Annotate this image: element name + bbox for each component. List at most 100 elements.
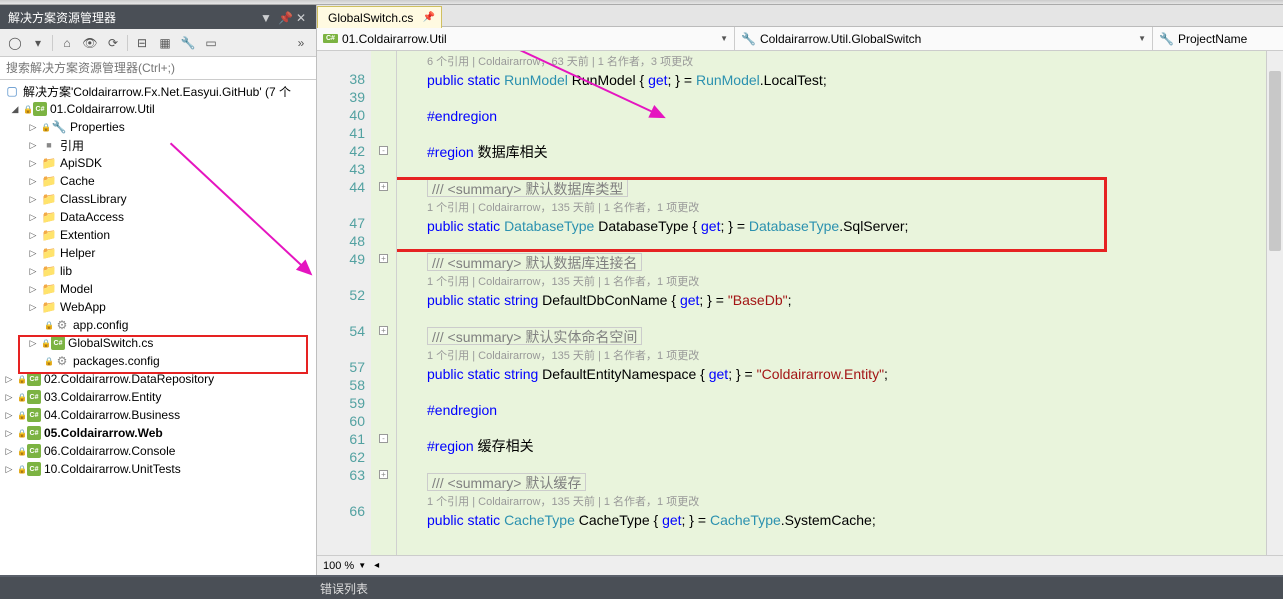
file-packages[interactable]: packages.config <box>73 354 160 368</box>
fold-toggle[interactable]: + <box>379 254 388 263</box>
code-line: public static DatabaseType DatabaseType … <box>427 217 1283 235</box>
folder-helper[interactable]: Helper <box>60 246 95 260</box>
codelens[interactable]: 6 个引用 | Coldairarrow，63 天前 | 1 名作者，3 项更改 <box>427 53 1283 71</box>
close-icon[interactable]: ✕ <box>296 11 308 23</box>
pin-icon[interactable]: 📌 <box>278 11 290 23</box>
expand-glyph[interactable]: ▷ <box>28 212 38 222</box>
expand-glyph[interactable]: ▷ <box>28 194 38 204</box>
fold-toggle[interactable]: + <box>379 470 388 479</box>
code-line: /// <summary> 默认缓存 <box>427 473 586 491</box>
expand-glyph[interactable]: ▷ <box>28 338 38 348</box>
folder-dataaccess[interactable]: DataAccess <box>60 210 124 224</box>
overflow-icon[interactable]: » <box>290 32 312 54</box>
folder-model[interactable]: Model <box>60 282 93 296</box>
project-03[interactable]: 03.Coldairarrow.Entity <box>44 390 161 404</box>
expand-glyph[interactable]: ▷ <box>4 392 14 402</box>
property-icon: 🔧 <box>1159 32 1174 46</box>
collapse-glyph[interactable]: ◢ <box>10 104 20 114</box>
expand-glyph[interactable]: ▷ <box>28 140 38 150</box>
fold-toggle[interactable]: + <box>379 182 388 191</box>
folder-icon <box>41 263 57 279</box>
expand-glyph[interactable]: ▷ <box>28 284 38 294</box>
folder-classlib[interactable]: ClassLibrary <box>60 192 127 206</box>
panel-title-bar[interactable]: 解决方案资源管理器 ▼ 📌 ✕ <box>0 5 316 29</box>
search-box[interactable] <box>0 57 316 80</box>
expand-glyph[interactable]: ▷ <box>28 122 38 132</box>
csproj-icon <box>27 408 41 422</box>
expand-glyph[interactable]: ▷ <box>28 158 38 168</box>
solution-tree[interactable]: 解决方案'Coldairarrow.Fx.Net.Easyui.GitHub' … <box>0 80 316 575</box>
folder-extention[interactable]: Extention <box>60 228 110 242</box>
nav-member: ProjectName <box>1178 32 1247 46</box>
pin-icon[interactable]: 📌 <box>423 12 435 23</box>
code-content[interactable]: 6 个引用 | Coldairarrow，63 天前 | 1 名作者，3 项更改… <box>397 51 1283 555</box>
collapse-icon[interactable]: ⊟ <box>131 32 153 54</box>
member-selector[interactable]: 🔧 ProjectName <box>1153 27 1283 50</box>
tab-globalswitch[interactable]: GlobalSwitch.cs 📌 <box>317 6 442 28</box>
cs-icon: C# <box>323 34 338 43</box>
expand-glyph[interactable]: ▷ <box>4 446 14 456</box>
properties-icon[interactable]: 🔧 <box>177 32 199 54</box>
preview-icon[interactable]: ▭ <box>200 32 222 54</box>
home-icon[interactable]: ⌂ <box>56 32 78 54</box>
fold-toggle[interactable]: + <box>379 326 388 335</box>
codelens[interactable]: 1 个引用 | Coldairarrow，135 天前 | 1 名作者，1 项更… <box>427 493 1283 511</box>
fold-toggle[interactable]: - <box>379 146 388 155</box>
solution-node[interactable]: 解决方案'Coldairarrow.Fx.Net.Easyui.GitHub' … <box>23 83 291 100</box>
folder-webapp[interactable]: WebApp <box>60 300 106 314</box>
file-globalswitch[interactable]: GlobalSwitch.cs <box>68 336 153 350</box>
back-icon[interactable]: ◯ <box>4 32 26 54</box>
project-10[interactable]: 10.Coldairarrow.UnitTests <box>44 462 181 476</box>
expand-glyph[interactable]: ▷ <box>4 428 14 438</box>
folder-lib[interactable]: lib <box>60 264 72 278</box>
expand-glyph[interactable]: ▷ <box>28 230 38 240</box>
expand-glyph[interactable]: ▷ <box>4 374 14 384</box>
project-05[interactable]: 05.Coldairarrow.Web <box>44 426 163 440</box>
file-appconfig[interactable]: app.config <box>73 318 128 332</box>
project-04[interactable]: 04.Coldairarrow.Business <box>44 408 180 422</box>
code-line: public static string DefaultEntityNamesp… <box>427 365 1283 383</box>
expand-glyph[interactable]: ▷ <box>28 302 38 312</box>
vertical-scrollbar[interactable] <box>1266 51 1283 555</box>
chevron-down-icon: ▼ <box>1138 34 1146 43</box>
scrollbar-thumb[interactable] <box>1269 71 1281 251</box>
forward-icon[interactable]: ▾ <box>27 32 49 54</box>
dropdown-icon[interactable]: ▼ <box>260 11 272 23</box>
project-01[interactable]: 01.Coldairarrow.Util <box>50 102 155 116</box>
solution-explorer: 解决方案资源管理器 ▼ 📌 ✕ ◯ ▾ ⌂ 👁 ⟳ ⊟ ▦ 🔧 ▭ » 解决方案… <box>0 5 317 575</box>
code-area[interactable]: 3839404142434447484952545758596061626366… <box>317 51 1283 555</box>
folder-icon <box>41 209 57 225</box>
bottom-panel-tab[interactable]: 错误列表 <box>0 575 1283 599</box>
expand-glyph[interactable]: ▷ <box>28 266 38 276</box>
expand-glyph[interactable]: ▷ <box>4 410 14 420</box>
namespace-selector[interactable]: C# 01.Coldairarrow.Util ▼ <box>317 27 735 50</box>
lock-icon <box>41 122 51 132</box>
codelens[interactable]: 1 个引用 | Coldairarrow，135 天前 | 1 名作者，1 项更… <box>427 273 1283 291</box>
search-input[interactable] <box>4 59 312 77</box>
project-02[interactable]: 02.Coldairarrow.DataRepository <box>44 372 214 386</box>
type-selector[interactable]: 🔧 Coldairarrow.Util.GlobalSwitch ▼ <box>735 27 1153 50</box>
expand-glyph[interactable]: ▷ <box>4 464 14 474</box>
nav-bar: C# 01.Coldairarrow.Util ▼ 🔧 Coldairarrow… <box>317 27 1283 51</box>
lock-icon <box>17 464 27 474</box>
fold-column[interactable]: - + + + - + <box>371 51 397 555</box>
folder-apisdk[interactable]: ApiSDK <box>60 156 102 170</box>
expand-glyph[interactable]: ▷ <box>28 176 38 186</box>
codelens[interactable]: 1 个引用 | Coldairarrow，135 天前 | 1 名作者，1 项更… <box>427 199 1283 217</box>
config-icon <box>54 317 70 333</box>
codelens[interactable]: 1 个引用 | Coldairarrow，135 天前 | 1 名作者，1 项更… <box>427 347 1283 365</box>
lock-icon <box>41 338 51 348</box>
zoom-value[interactable]: 100 % <box>323 560 354 572</box>
showall-icon[interactable]: ▦ <box>154 32 176 54</box>
folder-cache[interactable]: Cache <box>60 174 95 188</box>
chevron-icon[interactable]: ◂ <box>374 560 379 571</box>
properties-node[interactable]: Properties <box>70 120 125 134</box>
project-06[interactable]: 06.Coldairarrow.Console <box>44 444 175 458</box>
sync-icon[interactable]: 👁 <box>79 32 101 54</box>
references-node[interactable]: 引用 <box>60 137 84 154</box>
chevron-down-icon[interactable]: ▼ <box>358 561 366 570</box>
refresh-icon[interactable]: ⟳ <box>102 32 124 54</box>
expand-glyph[interactable]: ▷ <box>28 248 38 258</box>
fold-toggle[interactable]: - <box>379 434 388 443</box>
solution-icon <box>4 83 20 99</box>
